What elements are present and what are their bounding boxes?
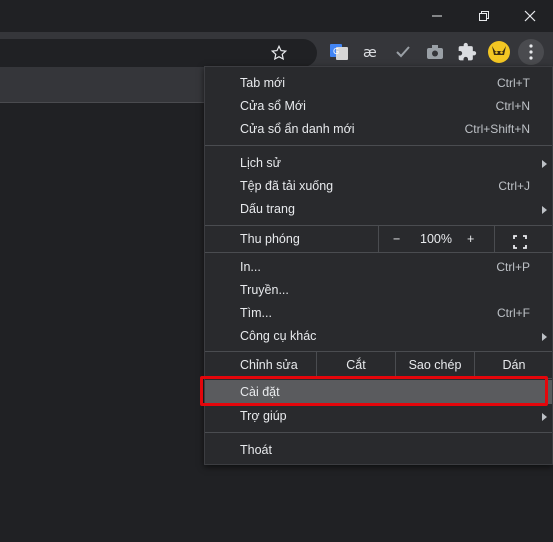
menu-item-label: Truyền... — [240, 283, 289, 297]
menu-separator — [205, 145, 552, 146]
menu-item-print[interactable]: In... Ctrl+P — [205, 256, 552, 279]
menu-item-label: Tệp đã tải xuống — [240, 179, 334, 193]
submenu-arrow-icon — [542, 206, 547, 214]
title-bar — [0, 0, 553, 32]
minimize-icon — [432, 15, 442, 17]
profile-avatar-icon[interactable] — [487, 40, 511, 64]
menu-item-label: Tìm... — [240, 306, 272, 320]
shortcut-text: Ctrl+J — [498, 179, 530, 193]
menu-item-label: Dấu trang — [240, 202, 295, 216]
menu-item-new-tab[interactable]: Tab mới Ctrl+T — [205, 72, 552, 95]
menu-item-find[interactable]: Tìm... Ctrl+F — [205, 302, 552, 325]
settings-highlight-box — [200, 376, 548, 406]
menu-item-history[interactable]: Lịch sử — [205, 152, 552, 175]
address-bar[interactable] — [0, 39, 317, 67]
zoom-level: 100% — [420, 232, 452, 246]
menu-item-label: Tab mới — [240, 76, 286, 90]
star-icon[interactable] — [270, 44, 288, 62]
copy-button[interactable]: Sao chép — [395, 352, 474, 378]
menu-separator — [205, 432, 552, 433]
shortcut-text: Ctrl+N — [495, 99, 530, 113]
restore-icon — [479, 11, 489, 21]
menu-item-cast[interactable]: Truyền... — [205, 279, 552, 302]
google-translate-icon[interactable]: G — [327, 40, 351, 64]
menu-item-downloads[interactable]: Tệp đã tải xuống Ctrl+J — [205, 175, 552, 198]
edit-label: Chỉnh sửa — [240, 358, 298, 372]
close-button[interactable] — [507, 0, 553, 32]
menu-item-label: Lịch sử — [240, 156, 282, 170]
menu-item-label: In... — [240, 260, 261, 274]
minimize-button[interactable] — [414, 0, 460, 32]
ae-extension-icon[interactable]: æ — [359, 40, 383, 64]
menu-item-label: Cửa sổ ẩn danh mới — [240, 122, 355, 136]
shortcut-text: Ctrl+Shift+N — [464, 122, 530, 136]
shortcut-text: Ctrl+P — [496, 260, 530, 274]
menu-item-label: Thoát — [240, 443, 272, 457]
restore-button[interactable] — [461, 0, 507, 32]
zoom-in-button[interactable]: + — [467, 226, 474, 252]
submenu-arrow-icon — [542, 160, 547, 168]
checkmark-icon[interactable] — [391, 40, 415, 64]
close-icon — [524, 10, 536, 22]
paste-button[interactable]: Dán — [474, 352, 553, 378]
menu-item-incognito[interactable]: Cửa sổ ẩn danh mới Ctrl+Shift+N — [205, 118, 552, 141]
menu-item-label: Trợ giúp — [240, 409, 287, 423]
svg-text:G: G — [333, 47, 339, 56]
menu-item-help[interactable]: Trợ giúp — [205, 405, 552, 428]
extensions-puzzle-icon[interactable] — [455, 40, 479, 64]
svg-text:æ: æ — [363, 45, 377, 61]
submenu-arrow-icon — [542, 413, 547, 421]
cut-button[interactable]: Cắt — [316, 352, 395, 378]
shortcut-text: Ctrl+T — [497, 76, 530, 90]
menu-item-new-window[interactable]: Cửa sổ Mới Ctrl+N — [205, 95, 552, 118]
camera-icon[interactable] — [423, 40, 447, 64]
zoom-label: Thu phóng — [240, 232, 300, 246]
fullscreen-icon[interactable] — [513, 232, 527, 258]
zoom-controls: − 100% + — [378, 226, 495, 252]
menu-item-more-tools[interactable]: Công cụ khác — [205, 325, 552, 348]
edit-row: Chỉnh sửa Cắt Sao chép Dán — [205, 352, 552, 378]
zoom-row: Thu phóng − 100% + — [205, 226, 552, 252]
menu-item-bookmarks[interactable]: Dấu trang — [205, 198, 552, 221]
shortcut-text: Ctrl+F — [497, 306, 530, 320]
three-dots-menu-icon[interactable] — [518, 39, 544, 65]
menu-item-exit[interactable]: Thoát — [205, 439, 552, 462]
menu-item-label: Công cụ khác — [240, 329, 317, 343]
menu-item-label: Cửa sổ Mới — [240, 99, 306, 113]
menu-separator — [205, 252, 552, 253]
zoom-out-button[interactable]: − — [393, 226, 400, 252]
submenu-arrow-icon — [542, 333, 547, 341]
